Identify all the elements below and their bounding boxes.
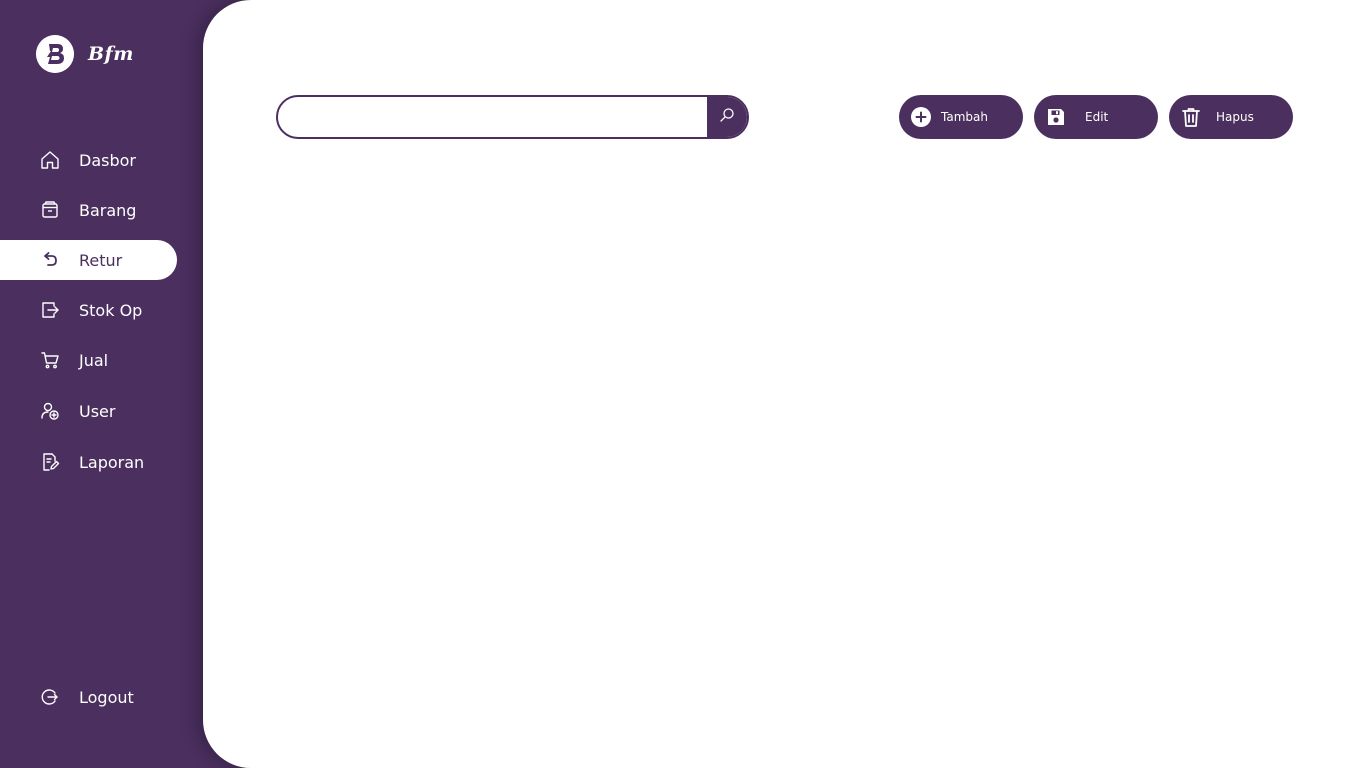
sidebar: Bfm Dasbor Barang Retur Stok Op Jual Use…	[0, 0, 203, 768]
sidebar-item-label: Retur	[79, 250, 123, 270]
sidebar-item-laporan[interactable]: Laporan	[0, 442, 177, 482]
edit-button[interactable]: Edit	[1034, 95, 1158, 139]
sidebar-item-barang[interactable]: Barang	[0, 190, 177, 230]
user-add-icon	[40, 401, 60, 421]
sidebar-item-label: Barang	[79, 200, 137, 220]
search-bar	[276, 95, 749, 139]
logout-icon	[40, 687, 60, 707]
sidebar-item-label: User	[79, 401, 116, 421]
sidebar-item-label: Stok Op	[79, 300, 143, 320]
trash-icon	[1180, 106, 1202, 128]
sidebar-item-jual[interactable]: Jual	[0, 340, 177, 380]
home-icon	[40, 150, 60, 170]
save-icon	[1045, 106, 1067, 128]
report-icon	[40, 452, 60, 472]
logout-label: Logout	[79, 687, 134, 707]
sidebar-item-user[interactable]: User	[0, 391, 177, 431]
logout-button[interactable]: Logout	[0, 677, 177, 717]
sidebar-item-stok-op[interactable]: Stok Op	[0, 290, 177, 330]
sidebar-item-label: Jual	[79, 350, 109, 370]
brand-name: Bfm	[88, 43, 134, 65]
search-input[interactable]	[278, 97, 707, 137]
edit-button-label: Edit	[1085, 110, 1109, 124]
return-icon	[40, 250, 60, 270]
sidebar-item-retur[interactable]: Retur	[0, 240, 177, 280]
app-window: Bfm Dasbor Barang Retur Stok Op Jual Use…	[0, 0, 1370, 768]
add-button-label: Tambah	[941, 110, 988, 124]
brand-logo-icon	[36, 35, 74, 73]
sidebar-item-dasbor[interactable]: Dasbor	[0, 140, 177, 180]
cart-icon	[40, 350, 60, 370]
plus-circle-icon	[910, 106, 932, 128]
delete-button-label: Hapus	[1216, 110, 1254, 124]
search-button[interactable]	[707, 97, 747, 137]
stock-exit-icon	[40, 300, 60, 320]
sidebar-item-label: Dasbor	[79, 150, 136, 170]
search-icon	[719, 107, 735, 127]
main-panel: Tambah Edit Hapus	[203, 0, 1370, 768]
box-icon	[40, 200, 60, 220]
add-button[interactable]: Tambah	[899, 95, 1023, 139]
brand: Bfm	[36, 35, 134, 73]
sidebar-item-label: Laporan	[79, 452, 145, 472]
delete-button[interactable]: Hapus	[1169, 95, 1293, 139]
